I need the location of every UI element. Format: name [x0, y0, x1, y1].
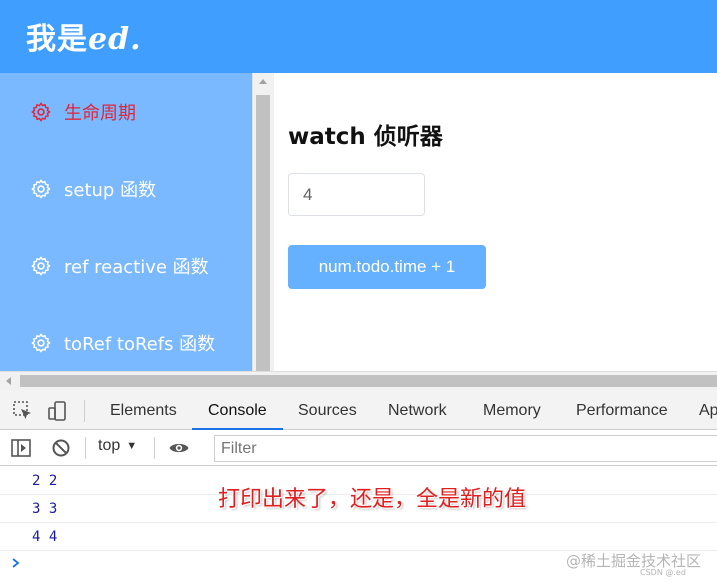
- log-entry: 4 4: [0, 523, 717, 551]
- increment-button[interactable]: num.todo.time + 1: [288, 245, 486, 289]
- gear-icon: [31, 256, 51, 276]
- page-root: 我是ed. 生命周期 setup 函数 ref reactive 函数 toRe…: [0, 0, 717, 584]
- inspect-element-icon[interactable]: [12, 400, 34, 422]
- tab-elements[interactable]: Elements: [110, 390, 177, 430]
- devtools-panel: Elements Console Sources Network Memory …: [0, 390, 717, 584]
- sidebar-item-ref-reactive[interactable]: ref reactive 函数: [0, 241, 252, 291]
- main-content: watch 侦听器 num.todo.time + 1: [274, 73, 717, 371]
- tab-sources[interactable]: Sources: [298, 390, 357, 430]
- sidebar-menu: 生命周期 setup 函数 ref reactive 函数 toRef toRe…: [0, 73, 252, 371]
- scroll-up-arrow-icon[interactable]: [259, 79, 267, 84]
- eye-icon[interactable]: [168, 437, 190, 459]
- clear-console-icon[interactable]: [50, 437, 72, 459]
- vertical-scrollbar[interactable]: [252, 73, 274, 371]
- dropdown-caret-icon: ▼: [126, 440, 138, 452]
- tab-application[interactable]: Ap: [699, 390, 717, 430]
- sidebar-item-label: 生命周期: [64, 103, 136, 124]
- scrollbar-thumb[interactable]: [256, 95, 270, 371]
- tab-performance[interactable]: Performance: [576, 390, 668, 430]
- brand-accent-text: ed.: [88, 22, 142, 57]
- horizontal-scrollbar[interactable]: [0, 371, 717, 390]
- console-toolbar: top ▼: [0, 431, 717, 466]
- log-value: 4 4: [32, 529, 58, 545]
- show-sidebar-icon[interactable]: [10, 437, 32, 459]
- sidebar-item-label: ref reactive 函数: [64, 257, 209, 278]
- sidebar-item-label: setup 函数: [64, 180, 157, 201]
- sidebar-item-toref-torefs[interactable]: toRef toRefs 函数: [0, 318, 252, 368]
- gear-icon: [31, 102, 51, 122]
- sidebar-item-lifecycle[interactable]: 生命周期: [0, 87, 252, 137]
- scrollbar-thumb[interactable]: [20, 375, 717, 387]
- app-header: 我是ed.: [0, 0, 717, 73]
- console-filter-input[interactable]: [214, 435, 717, 462]
- gear-icon: [31, 179, 51, 199]
- tab-network[interactable]: Network: [388, 390, 447, 430]
- toolbar-divider: [85, 437, 86, 459]
- log-value: 2 2: [32, 473, 58, 489]
- sidebar-item-label: toRef toRefs 函数: [64, 334, 216, 355]
- scroll-left-arrow-icon[interactable]: [6, 377, 11, 385]
- devtools-tab-bar: Elements Console Sources Network Memory …: [0, 390, 717, 430]
- toolbar-divider: [84, 400, 85, 422]
- tab-console[interactable]: Console: [192, 390, 283, 430]
- page-title: watch 侦听器: [288, 124, 443, 150]
- gear-icon: [31, 333, 51, 353]
- annotation-text: 打印出来了，还是，全是新的值: [218, 487, 527, 512]
- brand-main-text: 我是: [26, 22, 88, 57]
- context-selector[interactable]: top ▼: [98, 437, 137, 455]
- brand-logo: 我是ed.: [26, 14, 142, 58]
- tab-memory[interactable]: Memory: [483, 390, 541, 430]
- toolbar-divider: [154, 437, 155, 459]
- sidebar-item-setup[interactable]: setup 函数: [0, 164, 252, 214]
- log-value: 3 3: [32, 501, 58, 517]
- context-label: top: [98, 437, 121, 454]
- number-input[interactable]: [288, 173, 425, 216]
- watermark-small: CSDN @.ed: [640, 568, 686, 577]
- device-toolbar-icon[interactable]: [46, 400, 68, 422]
- console-prompt-icon[interactable]: [10, 557, 22, 569]
